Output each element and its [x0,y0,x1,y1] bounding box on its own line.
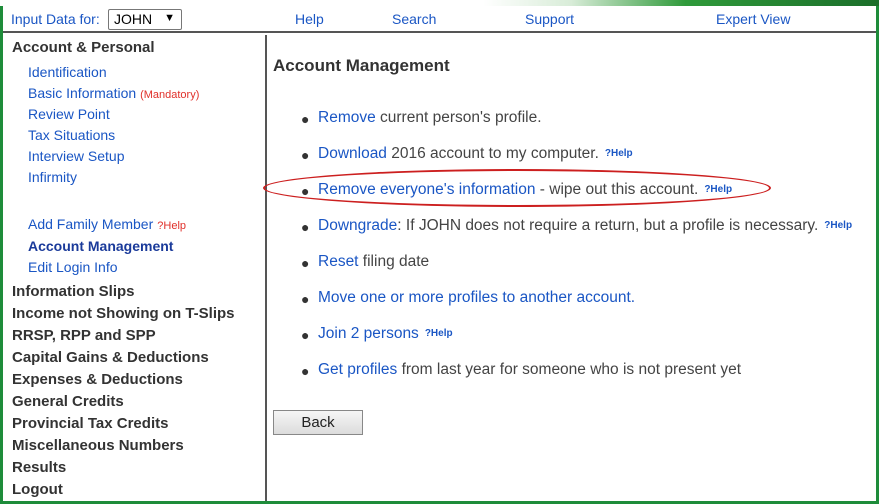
bullet: ● [301,147,310,163]
bullet: ● [301,291,310,307]
sidebar-item-review-point[interactable]: Review Point [28,106,110,122]
sidebar-section-rrsp[interactable]: RRSP, RPP and SPP [12,327,156,344]
sidebar-item-infirmity[interactable]: Infirmity [28,169,77,185]
mandatory-badge: (Mandatory) [140,89,200,101]
bullet: ● [301,327,310,343]
bullet: ● [301,111,310,127]
list-item: Remove current person's profile. [318,109,542,127]
search-link[interactable]: Search [392,11,436,27]
sidebar-item-label: Basic Information [28,85,137,101]
sidebar-section-income-not-showing[interactable]: Income not Showing on T-Slips [12,305,235,322]
remove-profile-link[interactable]: Remove [318,109,376,126]
item-text: filing date [358,253,430,270]
item-text: current person's profile. [375,109,542,126]
sidebar-item-identification[interactable]: Identification [28,64,107,80]
top-bar: Input Data for: JOHN ▼ Help Search Suppo… [3,8,876,33]
bullet: ● [301,255,310,271]
help-link[interactable]: ?Help [157,220,186,232]
main-content: Account Management ● Remove current pers… [270,35,876,501]
bullet: ● [301,363,310,379]
person-select[interactable]: JOHN ▼ [108,9,182,30]
item-text: 2016 account to my computer. [386,145,599,162]
sidebar: Account & Personal Identification Basic … [3,35,267,501]
help-link[interactable]: Help [295,11,324,27]
sidebar-section-results[interactable]: Results [12,459,66,476]
sidebar-item-add-family-member[interactable]: Add Family Member ?Help [28,216,186,232]
list-item: Get profiles from last year for someone … [318,361,741,379]
list-item: Join 2 persons ?Help [318,325,453,343]
get-profiles-link[interactable]: Get profiles [318,361,397,378]
sidebar-section-logout[interactable]: Logout [12,481,63,498]
chevron-down-icon: ▼ [164,12,175,24]
sidebar-section-general-credits[interactable]: General Credits [12,393,124,410]
input-data-label: Input Data for: [11,11,100,27]
downgrade-link[interactable]: Downgrade [318,217,397,234]
item-text: from last year for someone who is not pr… [397,361,742,378]
sidebar-item-basic-information[interactable]: Basic Information (Mandatory) [28,85,199,101]
sidebar-section-account-personal[interactable]: Account & Personal [12,39,155,56]
sidebar-section-information-slips[interactable]: Information Slips [12,283,135,300]
sidebar-item-label: Add Family Member [28,216,154,232]
sidebar-item-tax-situations[interactable]: Tax Situations [28,127,115,143]
sidebar-section-misc-numbers[interactable]: Miscellaneous Numbers [12,437,184,454]
help-link[interactable]: ?Help [605,148,633,159]
sidebar-item-edit-login-info[interactable]: Edit Login Info [28,259,118,275]
support-link[interactable]: Support [525,11,574,27]
sidebar-section-provincial-credits[interactable]: Provincial Tax Credits [12,415,168,432]
sidebar-item-account-management[interactable]: Account Management [28,238,173,254]
expert-view-link[interactable]: Expert View [716,11,790,27]
join-persons-link[interactable]: Join 2 persons [318,325,419,342]
reset-filing-date-link[interactable]: Reset [318,253,359,270]
page-title: Account Management [273,56,450,75]
back-button[interactable]: Back [273,410,363,435]
highlight-oval [263,169,771,207]
person-select-value: JOHN [114,11,153,27]
list-item: Download 2016 account to my computer. ?He… [318,145,633,163]
list-item: Move one or more profiles to another acc… [318,289,635,307]
item-text: : If JOHN does not require a return, but… [397,217,819,234]
sidebar-section-expenses[interactable]: Expenses & Deductions [12,371,183,388]
bullet: ● [301,219,310,235]
help-link[interactable]: ?Help [425,328,453,339]
move-profiles-link[interactable]: Move one or more profiles to another acc… [318,289,635,306]
list-item: Downgrade: If JOHN does not require a re… [318,217,852,235]
sidebar-section-capital-gains[interactable]: Capital Gains & Deductions [12,349,209,366]
help-link[interactable]: ?Help [824,220,852,231]
download-account-link[interactable]: Download [318,145,387,162]
list-item: Reset filing date [318,253,429,271]
top-decor-stripe [0,0,879,6]
sidebar-item-interview-setup[interactable]: Interview Setup [28,148,125,164]
